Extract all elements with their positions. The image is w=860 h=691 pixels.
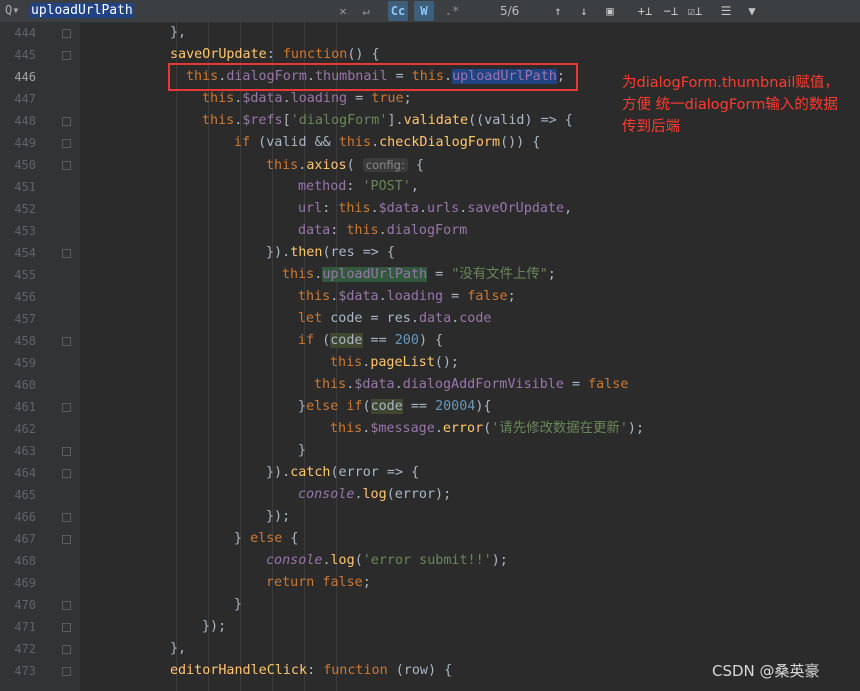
line-number: 471 bbox=[14, 620, 36, 634]
line-number: 447 bbox=[14, 92, 36, 106]
fold-marker-icon[interactable] bbox=[62, 337, 71, 346]
fold-marker-icon[interactable] bbox=[62, 667, 71, 676]
previous-occurrence-icon[interactable]: ↑ bbox=[550, 2, 566, 20]
watermark: CSDN @桑英豪 bbox=[712, 662, 820, 680]
code-line[interactable]: }); bbox=[266, 506, 290, 528]
line-number: 469 bbox=[14, 576, 36, 590]
code-line[interactable]: this.$data.loading = false; bbox=[298, 286, 516, 308]
fold-marker-icon[interactable] bbox=[62, 535, 71, 544]
line-number: 459 bbox=[14, 356, 36, 370]
line-number: 473 bbox=[14, 664, 36, 678]
code-line[interactable]: console.log(error); bbox=[298, 484, 451, 506]
code-line[interactable]: let code = res.data.code bbox=[298, 308, 492, 330]
fold-marker-icon[interactable] bbox=[62, 161, 71, 170]
line-number: 446 bbox=[14, 70, 36, 84]
code-line[interactable]: }, bbox=[170, 22, 186, 44]
code-line[interactable]: }).catch(error => { bbox=[266, 462, 419, 484]
match-case-toggle[interactable]: Cc bbox=[388, 1, 408, 21]
line-number: 451 bbox=[14, 180, 36, 194]
fold-marker-icon[interactable] bbox=[62, 513, 71, 522]
clear-icon[interactable]: ✕ bbox=[336, 2, 350, 20]
line-number: 454 bbox=[14, 246, 36, 260]
code-line[interactable]: method: 'POST', bbox=[298, 176, 419, 198]
regex-toggle[interactable]: .* bbox=[442, 1, 462, 21]
line-number-gutter: 444 445 446 447 448 449 450 451 452 453 454 455 456 4… bbox=[0, 22, 80, 691]
line-number: 456 bbox=[14, 290, 36, 304]
code-line[interactable]: this.pageList(); bbox=[330, 352, 459, 374]
code-line[interactable]: if (valid && this.checkDialogForm()) { bbox=[234, 132, 540, 154]
search-icon[interactable]: Q▾ bbox=[5, 3, 19, 17]
code-line[interactable]: url: this.$data.urls.saveOrUpdate, bbox=[298, 198, 572, 220]
fold-marker-icon[interactable] bbox=[62, 403, 71, 412]
fold-marker-icon[interactable] bbox=[62, 601, 71, 610]
code-line[interactable]: this.axios( config: { bbox=[266, 154, 424, 176]
code-line[interactable]: this.$refs['dialogForm'].validate((valid… bbox=[202, 110, 573, 132]
line-number: 455 bbox=[14, 268, 36, 282]
line-number: 463 bbox=[14, 444, 36, 458]
code-line[interactable]: this.$data.dialogAddFormVisible = false bbox=[314, 374, 628, 396]
line-number: 444 bbox=[14, 26, 36, 40]
fold-marker-icon[interactable] bbox=[62, 623, 71, 632]
select-all-occurrences-icon[interactable]: ▣ bbox=[602, 2, 618, 20]
code-line[interactable]: }else if(code == 20004){ bbox=[298, 396, 492, 418]
find-bar: Q▾ uploadUrlPath ✕ ↵ Cc W .* 5/6 ↑ ↓ ▣ +… bbox=[0, 0, 860, 23]
line-number: 470 bbox=[14, 598, 36, 612]
fold-marker-icon[interactable] bbox=[62, 51, 71, 60]
add-occurrence-icon[interactable]: +⊥ bbox=[636, 2, 654, 20]
code-line[interactable]: data: this.dialogForm bbox=[298, 220, 467, 242]
code-line[interactable]: console.log('error submit!!'); bbox=[266, 550, 508, 572]
code-line[interactable]: this.$message.error('请先修改数据在更新'); bbox=[330, 418, 644, 440]
filter-icon[interactable]: ▼ bbox=[744, 2, 760, 20]
line-number: 460 bbox=[14, 378, 36, 392]
annotation-text: 为dialogForm.thumbnail赋值，方便 统一dialogForm输… bbox=[622, 75, 839, 135]
fold-marker-icon[interactable] bbox=[62, 29, 71, 38]
options-icon[interactable]: ☰ bbox=[718, 2, 734, 20]
code-line[interactable]: } else { bbox=[234, 528, 299, 550]
code-line[interactable]: if (code == 200) { bbox=[298, 330, 443, 352]
next-occurrence-icon[interactable]: ↓ bbox=[576, 2, 592, 20]
line-number: 445 bbox=[14, 48, 36, 62]
line-number: 472 bbox=[14, 642, 36, 656]
select-all-icon[interactable]: ☑⊥ bbox=[686, 2, 704, 20]
code-line[interactable]: }).then(res => { bbox=[266, 242, 395, 264]
code-line[interactable]: } bbox=[234, 594, 242, 616]
whole-words-toggle[interactable]: W bbox=[414, 1, 434, 21]
fold-marker-icon[interactable] bbox=[62, 469, 71, 478]
line-number: 465 bbox=[14, 488, 36, 502]
match-count: 5/6 bbox=[500, 4, 520, 18]
line-number: 461 bbox=[14, 400, 36, 414]
code-line[interactable]: return false; bbox=[266, 572, 371, 594]
highlight-box bbox=[168, 63, 578, 91]
code-line[interactable]: editorHandleClick: function (row) { bbox=[170, 660, 452, 682]
fold-marker-icon[interactable] bbox=[62, 139, 71, 148]
line-number: 468 bbox=[14, 554, 36, 568]
indent-guide bbox=[176, 22, 177, 691]
code-line[interactable]: }); bbox=[202, 616, 226, 638]
fold-marker-icon[interactable] bbox=[62, 117, 71, 126]
line-number: 450 bbox=[14, 158, 36, 172]
fold-marker-icon[interactable] bbox=[62, 645, 71, 654]
fold-marker-icon[interactable] bbox=[62, 249, 71, 258]
line-number: 448 bbox=[14, 114, 36, 128]
code-line[interactable]: } bbox=[298, 440, 306, 462]
line-number: 467 bbox=[14, 532, 36, 546]
remove-occurrence-icon[interactable]: −⊥ bbox=[662, 2, 680, 20]
line-number: 453 bbox=[14, 224, 36, 238]
line-number: 452 bbox=[14, 202, 36, 216]
code-line[interactable]: }, bbox=[170, 638, 186, 660]
code-line[interactable]: this.uploadUrlPath = "没有文件上传"; bbox=[282, 264, 556, 286]
search-input[interactable]: uploadUrlPath bbox=[30, 1, 330, 21]
line-number: 458 bbox=[14, 334, 36, 348]
fold-marker-icon[interactable] bbox=[62, 447, 71, 456]
line-number: 449 bbox=[14, 136, 36, 150]
new-line-icon[interactable]: ↵ bbox=[358, 2, 374, 20]
line-number: 466 bbox=[14, 510, 36, 524]
code-line[interactable]: this.$data.loading = true; bbox=[202, 88, 412, 110]
line-number: 462 bbox=[14, 422, 36, 436]
line-number: 457 bbox=[14, 312, 36, 326]
line-number: 464 bbox=[14, 466, 36, 480]
